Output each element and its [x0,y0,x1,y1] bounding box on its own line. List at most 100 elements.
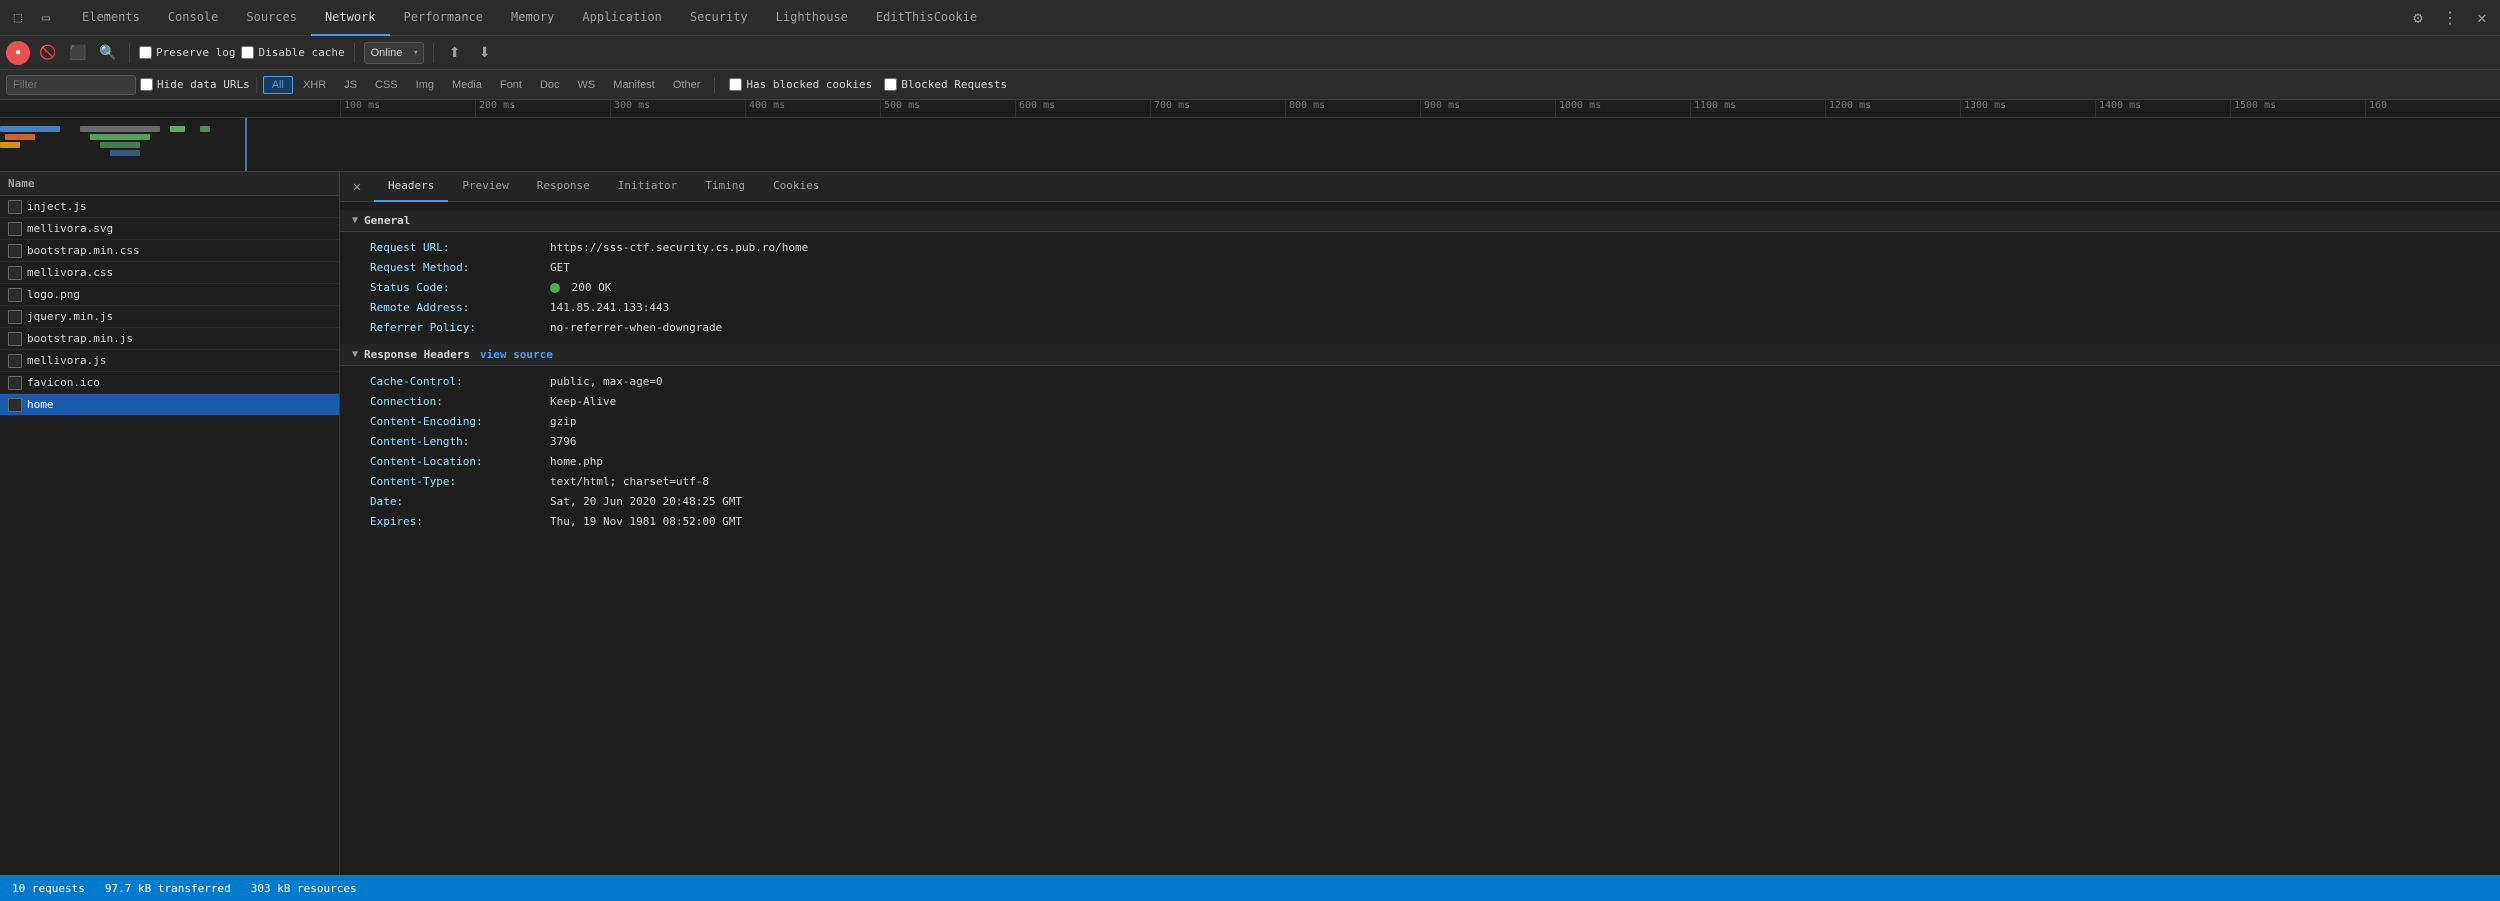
response-header-key: Expires: [370,515,550,528]
timeline-marker: 700 ms [1150,100,1285,117]
sub-tab-response[interactable]: Response [523,172,604,202]
file-list-item[interactable]: home [0,394,339,416]
download-icon[interactable]: ⬇ [473,41,497,65]
filter-tag-all[interactable]: All [263,76,293,94]
file-icon [8,244,22,258]
sub-tab-preview[interactable]: Preview [448,172,522,202]
sub-tab-timing[interactable]: Timing [691,172,759,202]
has-blocked-cookies-label[interactable]: Has blocked cookies [729,78,872,91]
tab-network[interactable]: Network [311,0,390,36]
sub-tab-cookies[interactable]: Cookies [759,172,833,202]
upload-icon[interactable]: ⬆ [443,41,467,65]
response-header-row: Date: Sat, 20 Jun 2020 20:48:25 GMT [340,492,2500,512]
file-list-header: Name [0,172,339,196]
filter-input[interactable] [6,75,136,95]
tab-list: ElementsConsoleSourcesNetworkPerformance… [68,0,991,36]
file-name: inject.js [27,200,87,213]
filter-tag-js[interactable]: JS [336,76,365,94]
filter-tag-xhr[interactable]: XHR [295,76,334,94]
response-section-header[interactable]: ▼ Response Headers view source [340,344,2500,366]
sub-tabs-list: HeadersPreviewResponseInitiatorTimingCoo… [374,172,833,202]
filter-tag-manifest[interactable]: Manifest [605,76,663,94]
tab-memory[interactable]: Memory [497,0,568,36]
file-name: logo.png [27,288,80,301]
filter-tag-doc[interactable]: Doc [532,76,568,94]
general-section-body: Request URL: https://sss-ctf.security.cs… [340,232,2500,344]
sub-tab-initiator[interactable]: Initiator [604,172,692,202]
file-icon [8,200,22,214]
file-list-item[interactable]: inject.js [0,196,339,218]
filter-tag-media[interactable]: Media [444,76,490,94]
inspect-icon[interactable]: ⬚ [4,4,32,32]
filter-icon[interactable]: ⬛ [66,41,90,65]
throttle-select[interactable]: Online [364,42,424,64]
disable-cache-label[interactable]: Disable cache [241,46,344,59]
tab-performance[interactable]: Performance [390,0,497,36]
remote-address-row: Remote Address: 141.85.241.133:443 [340,298,2500,318]
timeline-marker: 1300 ms [1960,100,2095,117]
file-name: mellivora.css [27,266,113,279]
settings-icon[interactable]: ⚙ [2404,4,2432,32]
detail-panel: ✕ HeadersPreviewResponseInitiatorTimingC… [340,172,2500,875]
tab-elements[interactable]: Elements [68,0,154,36]
file-list: Name inject.js mellivora.svg bootstrap.m… [0,172,340,875]
filter-tag-font[interactable]: Font [492,76,530,94]
file-name: bootstrap.min.js [27,332,133,345]
timeline-area: 100 ms200 ms300 ms400 ms500 ms600 ms700 … [0,100,2500,172]
hide-data-urls-checkbox[interactable] [140,78,153,91]
response-header-value: public, max-age=0 [550,375,2480,388]
filter-tag-other[interactable]: Other [665,76,709,94]
response-header-key: Date: [370,495,550,508]
timeline-bar-5 [90,134,150,140]
general-section-header[interactable]: ▼ General [340,210,2500,232]
file-icon [8,222,22,236]
tab-security[interactable]: Security [676,0,762,36]
blocked-requests-label[interactable]: Blocked Requests [884,78,1007,91]
file-list-item[interactable]: bootstrap.min.js [0,328,339,350]
device-icon[interactable]: ▭ [32,4,60,32]
file-list-item[interactable]: mellivora.svg [0,218,339,240]
tab-lighthouse[interactable]: Lighthouse [762,0,862,36]
view-source-link[interactable]: view source [480,348,553,361]
search-button[interactable]: 🔍 [96,41,120,65]
file-list-item[interactable]: logo.png [0,284,339,306]
sub-tab-headers[interactable]: Headers [374,172,448,202]
close-icon[interactable]: ✕ [2468,4,2496,32]
response-header-row: Content-Encoding: gzip [340,412,2500,432]
top-right-controls: ⚙ ⋮ ✕ [2404,4,2496,32]
filter-tag-css[interactable]: CSS [367,76,406,94]
blocked-requests-checkbox[interactable] [884,78,897,91]
tab-editthiscookie[interactable]: EditThisCookie [862,0,991,36]
hide-data-urls-label[interactable]: Hide data URLs [140,78,250,91]
timeline-marker-line [245,118,247,172]
filter-tags: AllXHRJSCSSImgMediaFontDocWSManifestOthe… [263,76,709,94]
clear-button[interactable]: 🚫 [36,41,60,65]
toolbar-separator-3 [433,43,434,63]
file-list-item[interactable]: mellivora.js [0,350,339,372]
disable-cache-checkbox[interactable] [241,46,254,59]
filter-separator-1 [256,77,257,93]
preserve-log-label[interactable]: Preserve log [139,46,235,59]
timeline-marker: 100 ms [340,100,475,117]
filter-tag-ws[interactable]: WS [570,76,604,94]
record-button[interactable]: ● [6,41,30,65]
file-list-item[interactable]: jquery.min.js [0,306,339,328]
preserve-log-checkbox[interactable] [139,46,152,59]
file-icon [8,332,22,346]
tab-console[interactable]: Console [154,0,233,36]
file-icon [8,310,22,324]
more-icon[interactable]: ⋮ [2436,4,2464,32]
file-icon [8,288,22,302]
file-name: mellivora.svg [27,222,113,235]
sub-panel-close[interactable]: ✕ [344,174,370,200]
tab-application[interactable]: Application [568,0,675,36]
tab-sources[interactable]: Sources [232,0,311,36]
filter-tag-img[interactable]: Img [408,76,442,94]
file-name: bootstrap.min.css [27,244,140,257]
file-list-item[interactable]: mellivora.css [0,262,339,284]
file-list-item[interactable]: favicon.ico [0,372,339,394]
file-list-item[interactable]: bootstrap.min.css [0,240,339,262]
timeline-bar-9 [200,126,210,132]
has-blocked-cookies-checkbox[interactable] [729,78,742,91]
response-header-value: home.php [550,455,2480,468]
